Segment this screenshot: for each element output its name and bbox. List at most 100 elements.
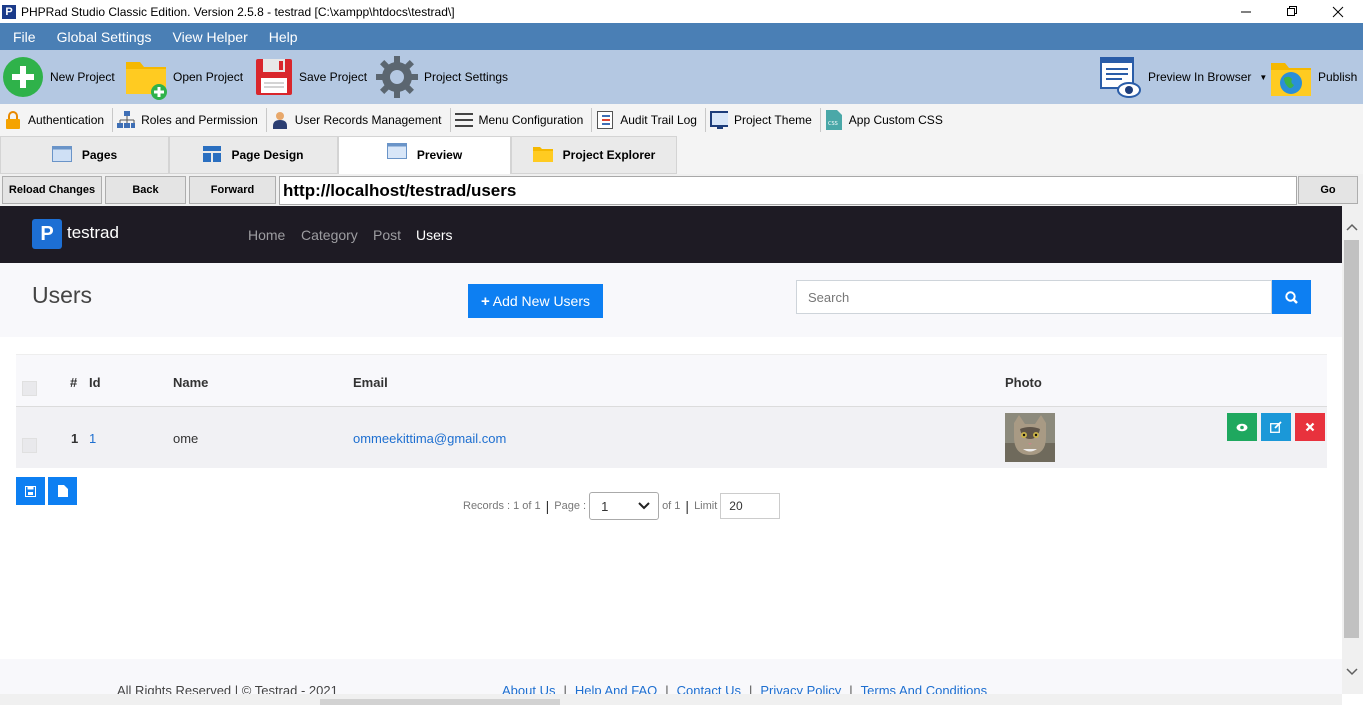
forward-button[interactable]: Forward <box>189 176 276 204</box>
delete-button[interactable] <box>1295 413 1325 441</box>
export-save-button[interactable] <box>16 477 45 505</box>
monitor-eye-icon <box>1100 57 1141 98</box>
user-photo[interactable] <box>1005 413 1055 462</box>
menu-file[interactable]: File <box>0 29 46 45</box>
page-title: Users <box>32 282 93 308</box>
user-records-button[interactable]: User Records Management <box>267 108 451 132</box>
col-num: # <box>70 375 78 390</box>
hierarchy-icon <box>117 111 136 129</box>
brand-name[interactable]: testrad <box>67 223 119 243</box>
nav-post[interactable]: Post <box>373 227 401 243</box>
window-title: PHPRad Studio Classic Edition. Version 2… <box>21 4 455 19</box>
horizontal-scrollbar-thumb[interactable] <box>320 699 560 705</box>
checklist-icon <box>596 111 614 129</box>
open-project-button[interactable]: Open Project <box>125 50 243 104</box>
horizontal-scrollbar[interactable] <box>0 694 1342 705</box>
go-button[interactable]: Go <box>1298 176 1358 204</box>
gear-icon <box>376 56 418 98</box>
select-all-checkbox[interactable] <box>22 381 37 396</box>
restore-button[interactable] <box>1269 0 1315 23</box>
table-header: # Id Name Email Photo <box>16 354 1327 407</box>
project-theme-label: Project Theme <box>733 113 812 127</box>
menu-help[interactable]: Help <box>258 29 308 45</box>
project-settings-button[interactable]: Project Settings <box>375 50 508 104</box>
user-icon <box>271 111 289 129</box>
scroll-down-icon[interactable] <box>1342 665 1363 679</box>
preview-in-browser-button[interactable]: Preview In Browser ▼ <box>1100 50 1267 104</box>
tab-preview[interactable]: Preview <box>338 136 511 174</box>
col-name[interactable]: Name <box>173 375 208 390</box>
menu-global-settings[interactable]: Global Settings <box>46 29 162 45</box>
reload-changes-button[interactable]: Reload Changes <box>2 176 102 204</box>
menu-config-label: Menu Configuration <box>478 113 584 127</box>
scroll-up-icon[interactable] <box>1342 220 1363 234</box>
browser-window-icon <box>386 143 407 162</box>
nav-users[interactable]: Users <box>416 227 453 243</box>
search-button[interactable] <box>1272 280 1311 314</box>
row-email-link[interactable]: ommeekittima@gmail.com <box>353 431 506 446</box>
lock-icon <box>4 111 22 129</box>
close-button[interactable] <box>1315 0 1361 23</box>
back-button[interactable]: Back <box>105 176 186 204</box>
records-label: Records : <box>463 500 511 512</box>
roles-label: Roles and Permission <box>141 113 258 127</box>
save-project-button[interactable]: Save Project <box>255 50 367 104</box>
nav-category[interactable]: Category <box>301 227 358 243</box>
table-row: 1 1 ome ommeekittima@gmail.com <box>16 407 1327 468</box>
svg-text:CSS: CSS <box>828 121 838 127</box>
search-input[interactable]: Search <box>796 280 1272 314</box>
site-navbar: P testrad Home Category Post Users <box>0 206 1342 263</box>
address-bar: Reload Changes Back Forward http://local… <box>0 174 1363 206</box>
limit-input[interactable]: 20 <box>720 493 781 519</box>
monitor-icon <box>709 111 728 129</box>
publish-button[interactable]: Publish <box>1270 50 1357 104</box>
menu-config-button[interactable]: Menu Configuration <box>451 108 593 132</box>
export-file-button[interactable] <box>48 477 77 505</box>
app-custom-css-label: App Custom CSS <box>848 113 943 127</box>
search-icon <box>1285 290 1298 304</box>
tab-project-explorer[interactable]: Project Explorer <box>511 136 677 174</box>
col-photo[interactable]: Photo <box>1005 375 1042 390</box>
row-id-link[interactable]: 1 <box>89 431 96 446</box>
audit-trail-button[interactable]: Audit Trail Log <box>592 108 706 132</box>
row-name: ome <box>173 431 199 446</box>
minimize-button[interactable] <box>1223 0 1269 23</box>
secondary-toolbar: Authentication Roles and Permission User… <box>0 104 1363 136</box>
nav-home[interactable]: Home <box>248 227 285 243</box>
view-button[interactable] <box>1227 413 1257 441</box>
audit-trail-label: Audit Trail Log <box>620 113 697 127</box>
authentication-label: Authentication <box>28 113 105 127</box>
pages-icon <box>51 145 72 165</box>
brand-logo[interactable]: P <box>32 219 62 249</box>
tab-preview-label: Preview <box>416 147 463 162</box>
menubar: File Global Settings View Helper Help <box>0 23 1363 50</box>
page-select[interactable]: 1 <box>589 492 660 520</box>
tab-page-design[interactable]: Page Design <box>169 136 338 174</box>
row-num: 1 <box>71 431 79 446</box>
floppy-icon <box>256 59 292 95</box>
new-project-button[interactable]: New Project <box>2 50 115 104</box>
col-id[interactable]: Id <box>89 375 101 390</box>
url-input[interactable]: http://localhost/testrad/users <box>279 176 1297 205</box>
records-value: 1 of 1 <box>513 500 541 512</box>
vertical-scrollbar[interactable] <box>1342 206 1363 694</box>
page-header: Users + Add New Users Search <box>0 263 1342 337</box>
col-email[interactable]: Email <box>353 375 388 390</box>
authentication-button[interactable]: Authentication <box>0 108 114 132</box>
dropdown-arrow-icon[interactable]: ▼ <box>1259 73 1267 82</box>
tab-page-design-label: Page Design <box>231 148 304 162</box>
menu-view-helper[interactable]: View Helper <box>162 29 258 45</box>
save-project-label: Save Project <box>299 70 368 84</box>
tab-pages[interactable]: Pages <box>0 136 169 174</box>
project-theme-button[interactable]: Project Theme <box>706 108 821 132</box>
vertical-scrollbar-thumb[interactable] <box>1344 240 1359 638</box>
of-pages: of 1 <box>662 500 681 512</box>
row-checkbox[interactable] <box>22 438 37 453</box>
add-new-users-button[interactable]: + Add New Users <box>468 284 603 318</box>
window-titlebar: P PHPRad Studio Classic Edition. Version… <box>0 0 1363 23</box>
app-custom-css-button[interactable]: CSS App Custom CSS <box>821 108 951 132</box>
edit-button[interactable] <box>1261 413 1291 441</box>
roles-button[interactable]: Roles and Permission <box>113 108 267 132</box>
plus-icon: + <box>480 292 490 310</box>
pager-separator-2: | <box>685 498 690 514</box>
